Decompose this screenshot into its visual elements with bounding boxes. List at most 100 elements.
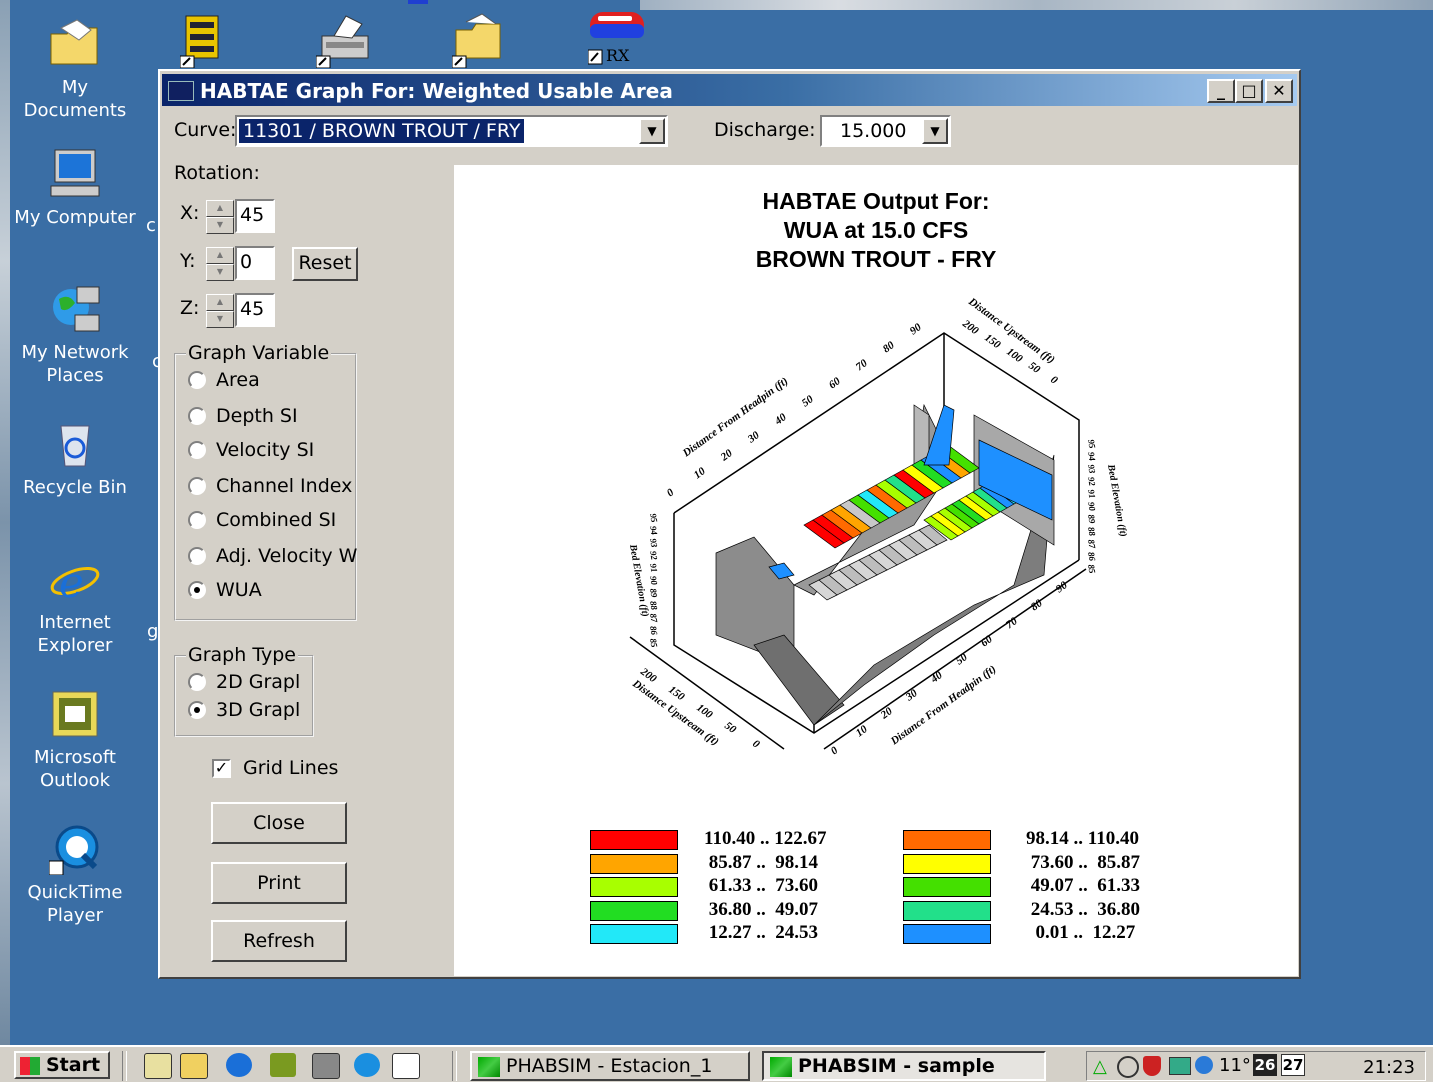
calculator-quicklaunch-icon[interactable] — [312, 1053, 340, 1079]
rotation-z-label: Z: — [180, 297, 200, 319]
axis-tick-label: Distance From Headpin (ft) — [888, 663, 998, 748]
outlook-quicklaunch-icon[interactable] — [270, 1053, 296, 1077]
curve-select[interactable]: 11301 / BROWN TROUT / FRY ▼ — [235, 115, 668, 147]
close-button[interactable]: Close — [211, 802, 347, 844]
shield-tray-icon[interactable] — [1143, 1056, 1161, 1076]
graph-type-option-selected[interactable]: 3D Grapl — [188, 699, 308, 725]
task-phabsim-sample-active[interactable]: PHABSIM - sample — [762, 1051, 1046, 1081]
magnifier-tray-icon[interactable] — [1117, 1056, 1139, 1078]
legend-swatch — [903, 877, 991, 897]
discharge-value: 15.000 — [840, 120, 907, 142]
my-network-places-desktop-icon[interactable]: My Network Places — [10, 283, 140, 387]
notepad-quicklaunch-icon[interactable] — [392, 1053, 420, 1079]
rotation-y-input[interactable]: 0 — [235, 246, 275, 280]
maximize-button[interactable]: □ — [1235, 79, 1263, 103]
calendar-day-tray[interactable]: 27 — [1281, 1054, 1305, 1076]
close-window-button[interactable]: ✕ — [1265, 79, 1293, 103]
microsoft-outlook-desktop-icon[interactable]: Microsoft Outlook — [10, 688, 140, 792]
spin-down-icon[interactable]: ▼ — [206, 264, 234, 281]
rotation-x-spinner[interactable]: ▲ ▼ — [206, 200, 234, 234]
legend-swatch — [590, 900, 678, 921]
axis-tick-label: 0 — [665, 486, 677, 499]
my-documents-desktop-icon[interactable]: My Documents — [10, 18, 140, 122]
task-phabsim-estacion[interactable]: PHABSIM - Estacion_1 — [470, 1051, 750, 1081]
rotation-y-spinner[interactable]: ▲ ▼ — [206, 247, 234, 281]
graph-variable-option[interactable]: Combined SI — [188, 509, 348, 535]
search-quicklaunch-icon[interactable] — [180, 1053, 208, 1079]
warning-tray-icon[interactable]: △ — [1093, 1056, 1107, 1077]
graph-type-group: Graph Type 2D Grapl 3D Grapl — [174, 644, 314, 737]
recycle-bin-desktop-icon[interactable]: Recycle Bin — [10, 418, 140, 499]
temperature-tray[interactable]: 11° — [1219, 1055, 1251, 1076]
start-button[interactable]: Start — [14, 1051, 110, 1079]
checkmark-icon: ✓ — [212, 759, 231, 778]
spin-up-icon[interactable]: ▲ — [206, 294, 234, 311]
network-tray-icon[interactable] — [1169, 1057, 1191, 1075]
curve-label: Curve: — [174, 119, 237, 141]
window-titlebar[interactable]: HABTAE Graph For: Weighted Usable Area _… — [162, 74, 1297, 106]
reset-button[interactable]: Reset — [292, 247, 358, 281]
graph-type-option[interactable]: 2D Grapl — [188, 671, 308, 697]
legend-swatch — [590, 853, 678, 874]
axis-tick-label: 93 — [1086, 464, 1097, 475]
taskbar-separator — [122, 1051, 127, 1081]
task-label: PHABSIM - Estacion_1 — [506, 1055, 713, 1077]
minimize-button[interactable]: _ — [1207, 79, 1235, 103]
rotation-z-input[interactable]: 45 — [235, 293, 275, 327]
edit-quicklaunch-icon[interactable] — [144, 1053, 172, 1079]
my-computer-desktop-icon[interactable]: My Computer — [10, 148, 140, 229]
discharge-select[interactable]: 15.000 ▼ — [820, 115, 951, 147]
internet-explorer-quicklaunch-icon[interactable] — [226, 1053, 252, 1077]
legend-swatch — [590, 924, 678, 944]
globe-tray-icon[interactable] — [1195, 1056, 1213, 1074]
axis-tick-label: 91 — [648, 563, 659, 574]
refresh-button[interactable]: Refresh — [211, 920, 347, 962]
quicktime-player-desktop-icon[interactable]: QuickTime Player — [10, 823, 140, 927]
quicktime-quicklaunch-icon[interactable] — [354, 1053, 380, 1077]
graph-variable-option[interactable]: Channel Index — [188, 475, 352, 501]
spin-up-icon[interactable]: ▲ — [206, 200, 234, 217]
calendar-day-tray[interactable]: 26 — [1253, 1054, 1277, 1076]
graph-variable-option[interactable]: Adj. Velocity W — [188, 545, 357, 571]
desktop-icon-label: Internet — [39, 612, 111, 633]
legend-range: 61.33 .. 73.60 — [704, 875, 818, 896]
graph-variable-title: Graph Variable — [186, 342, 332, 364]
grid-lines-label: Grid Lines — [243, 757, 339, 779]
legend-swatch — [903, 830, 991, 850]
legend-swatch — [903, 900, 991, 921]
axis-tick-label: 30 — [745, 429, 762, 446]
axis-tick-label: 40 — [772, 411, 789, 428]
graph-variable-option[interactable]: Depth SI — [188, 405, 348, 431]
graph-variable-option-selected[interactable]: WUA — [188, 579, 348, 605]
legend-range: 85.87 .. 98.14 — [704, 851, 818, 873]
axis-tick-label: 60 — [827, 375, 843, 391]
spin-down-icon[interactable]: ▼ — [206, 217, 234, 234]
chevron-down-icon[interactable]: ▼ — [639, 118, 665, 144]
print-button[interactable]: Print — [211, 862, 347, 904]
fax-shortcut-icon[interactable] — [315, 12, 372, 69]
rx-shortcut-icon[interactable]: RX — [587, 10, 648, 66]
folder-shortcut-icon[interactable] — [451, 12, 508, 69]
spin-up-icon[interactable]: ▲ — [206, 247, 234, 264]
graph-variable-option[interactable]: Velocity SI — [188, 439, 348, 465]
legend-swatch — [903, 924, 991, 944]
axis-tick-label: 85 — [1086, 564, 1097, 575]
spin-down-icon[interactable]: ▼ — [206, 311, 234, 328]
axis-tick-label: 88 — [1086, 526, 1097, 537]
axis-tick-label: 30 — [903, 687, 920, 704]
rotation-x-input[interactable]: 45 — [235, 199, 275, 233]
archive-shortcut-icon[interactable] — [179, 12, 236, 69]
rotation-z-spinner[interactable]: ▲ ▼ — [206, 294, 234, 328]
graph-variable-option[interactable]: Area — [188, 369, 348, 395]
taskbar: Start PHABSIM - Estacion_1 PHABSIM - sam… — [0, 1045, 1433, 1082]
quicktime-icon — [48, 823, 101, 876]
clock[interactable]: 21:23 — [1363, 1057, 1415, 1078]
desktop-icon-label: My Computer — [14, 207, 136, 228]
window-title: HABTAE Graph For: Weighted Usable Area — [200, 79, 673, 103]
internet-explorer-desktop-icon[interactable]: e Internet Explorer — [10, 553, 140, 657]
chevron-down-icon[interactable]: ▼ — [922, 118, 948, 144]
start-label: Start — [46, 1054, 101, 1076]
axis-tick-label: 93 — [648, 538, 659, 549]
taskbar-separator — [452, 1051, 457, 1081]
grid-lines-checkbox[interactable]: ✓ Grid Lines — [212, 757, 352, 783]
